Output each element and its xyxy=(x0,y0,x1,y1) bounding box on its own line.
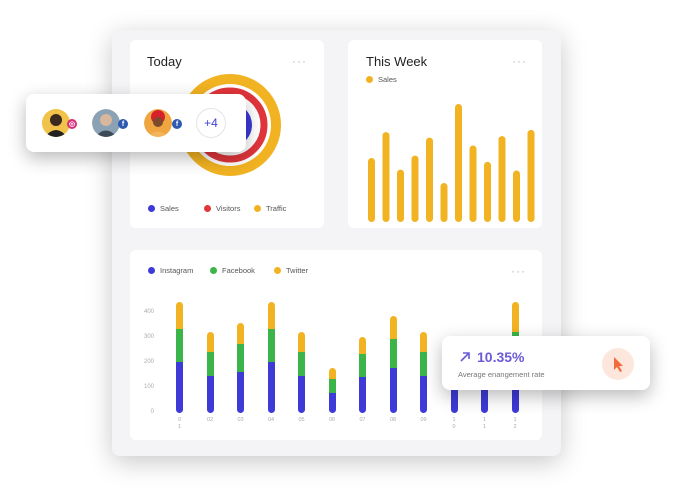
instagram-segment xyxy=(328,392,336,413)
y-tick-label: 0 xyxy=(150,409,154,415)
x-tick-label: 08 xyxy=(389,417,397,423)
engagement-bar xyxy=(359,336,366,413)
twitter-segment xyxy=(298,331,305,352)
this-week-card: This Week ··· Sales xyxy=(348,40,542,228)
twitter-segment xyxy=(511,301,519,332)
engagement-rate-value: 10.35% xyxy=(477,349,525,365)
engagement-bar xyxy=(420,331,427,413)
twitter-segment xyxy=(267,301,275,330)
sales-bar xyxy=(426,137,433,222)
twitter-segment xyxy=(328,367,336,379)
x-tick-label: 1 1 xyxy=(482,417,487,430)
sales-bar xyxy=(397,169,404,222)
facebook-segment xyxy=(328,378,336,393)
facebook-segment xyxy=(420,351,427,376)
legend-traffic: Traffic xyxy=(254,204,286,213)
social-accounts-card: ◎ f f +4 xyxy=(26,94,246,152)
sales-bar xyxy=(455,104,462,222)
engagement-rate-label: Average enangement rate xyxy=(458,370,545,379)
legend-label: Sales xyxy=(160,204,179,213)
legend-label: Traffic xyxy=(266,204,287,213)
sales-bar xyxy=(527,129,535,222)
twitter-segment xyxy=(176,301,183,330)
y-tick-label: 300 xyxy=(143,334,154,340)
sales-bar xyxy=(368,157,375,222)
legend-label: Visitors xyxy=(216,204,241,213)
x-tick-label: 02 xyxy=(206,417,214,423)
sales-bar xyxy=(484,161,491,222)
instagram-segment xyxy=(206,375,214,413)
instagram-segment xyxy=(237,371,244,413)
y-tick-label: 400 xyxy=(143,309,154,315)
x-tick-label: 07 xyxy=(359,417,366,423)
instagram-segment xyxy=(298,375,305,413)
legend-dot xyxy=(148,205,155,212)
engagement-bar xyxy=(267,301,275,413)
instagram-segment xyxy=(359,376,366,413)
x-tick-label: 04 xyxy=(267,417,275,423)
legend-sales: Sales xyxy=(148,204,179,213)
sales-bar xyxy=(440,182,448,222)
y-tick-label: 100 xyxy=(143,384,154,390)
x-tick-label: 06 xyxy=(328,417,336,423)
twitter-segment xyxy=(420,331,427,352)
weekly-sales-chart xyxy=(368,104,535,222)
facebook-segment xyxy=(206,351,214,376)
facebook-segment xyxy=(237,344,244,372)
sales-bar xyxy=(513,170,520,222)
person-icon xyxy=(92,109,120,137)
facebook-segment xyxy=(176,329,183,362)
engagement-bar xyxy=(389,315,397,413)
facebook-icon: f xyxy=(118,119,128,129)
engagement-bar xyxy=(298,331,305,413)
legend-visitors: Visitors xyxy=(204,204,240,213)
facebook-segment xyxy=(298,351,305,376)
person-icon xyxy=(144,109,172,137)
engagement-bar xyxy=(328,367,336,413)
cursor-button[interactable] xyxy=(602,348,634,380)
person-icon xyxy=(42,109,70,137)
sales-bar xyxy=(469,145,477,222)
instagram-segment xyxy=(389,368,397,413)
twitter-segment xyxy=(237,323,244,345)
x-tick-label: 1 0 xyxy=(452,417,456,430)
facebook-icon: f xyxy=(172,119,182,129)
x-tick-label: 05 xyxy=(298,417,305,423)
twitter-segment xyxy=(389,315,397,340)
engagement-bar xyxy=(176,301,183,413)
facebook-segment xyxy=(359,354,366,377)
avatar[interactable] xyxy=(92,109,120,137)
engagement-bar xyxy=(206,331,214,413)
twitter-segment xyxy=(359,336,366,355)
cursor-icon xyxy=(614,357,623,372)
twitter-segment xyxy=(206,331,214,352)
avatar[interactable] xyxy=(144,109,172,137)
sales-bar xyxy=(498,136,506,222)
avatar[interactable] xyxy=(42,109,70,137)
more-accounts-button[interactable]: +4 xyxy=(196,108,226,138)
instagram-icon: ◎ xyxy=(67,119,77,129)
engagement-bar xyxy=(237,323,244,413)
y-tick-label: 200 xyxy=(143,359,154,365)
instagram-segment xyxy=(267,361,275,413)
sales-bar xyxy=(411,155,419,222)
trend-up-icon xyxy=(460,352,470,362)
facebook-segment xyxy=(267,329,275,362)
legend-dot xyxy=(254,205,261,212)
x-tick-label: 03 xyxy=(237,417,244,423)
instagram-segment xyxy=(420,375,427,413)
engagement-rate-card: 10.35% Average enangement rate xyxy=(442,336,650,390)
legend-dot xyxy=(204,205,211,212)
x-tick-label: 09 xyxy=(420,417,427,423)
x-tick-label: 0 1 xyxy=(177,417,182,430)
x-tick-label: 1 2 xyxy=(513,417,517,430)
facebook-segment xyxy=(389,339,397,368)
sales-bar xyxy=(382,132,390,222)
instagram-segment xyxy=(176,361,183,413)
